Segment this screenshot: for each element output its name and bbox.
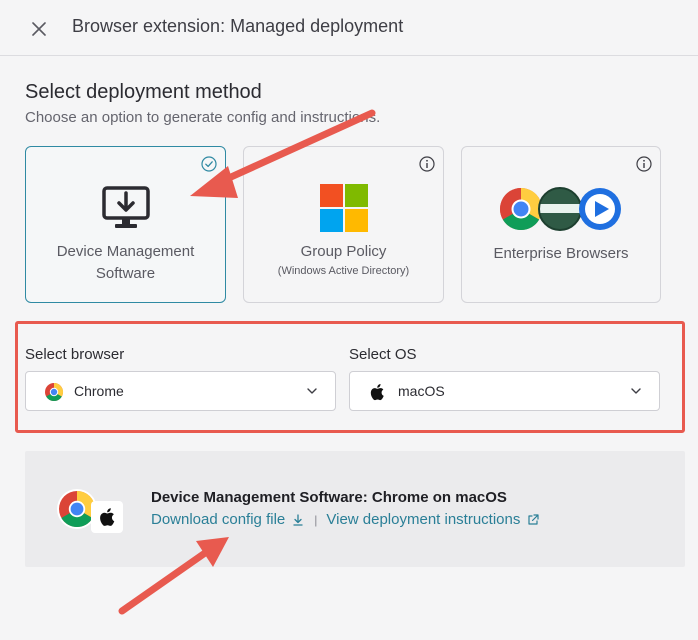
chevron-down-icon	[631, 388, 641, 394]
chrome-icon	[499, 188, 543, 231]
close-button[interactable]	[26, 16, 52, 42]
card-label-line2: Software	[95, 265, 156, 282]
os-select[interactable]: macOS	[349, 371, 660, 411]
card-sublabel: (Windows Active Directory)	[277, 265, 410, 277]
card-label: Enterprise Browsers	[493, 245, 629, 262]
download-icon	[293, 513, 303, 526]
result-panel: Device Management Software: Chrome on ma…	[25, 451, 685, 567]
modal-header: Browser extension: Managed deployment	[0, 0, 698, 56]
card-label: Device Management	[56, 243, 195, 260]
prisma-browser-icon	[579, 188, 621, 230]
download-config-link[interactable]: Download config file	[151, 511, 305, 528]
monitor-download-icon	[26, 185, 225, 231]
os-select-label: Select OS	[349, 346, 417, 363]
info-icon[interactable]	[419, 156, 435, 172]
browser-select-value: Chrome	[74, 383, 124, 399]
apple-icon	[370, 384, 384, 401]
apple-icon	[91, 501, 123, 533]
chrome-macos-icons	[57, 489, 123, 533]
modal-title: Browser extension: Managed deployment	[72, 16, 404, 36]
windows-icon	[244, 183, 443, 233]
card-device-management-software[interactable]: Device Management Software	[25, 146, 226, 303]
selection-panel: Select browser Chrome Select OS macOS	[15, 321, 685, 433]
link-separator: |	[314, 512, 318, 527]
result-links: Download config file | View deployment i…	[151, 511, 540, 528]
external-link-icon	[528, 513, 539, 525]
os-select-value: macOS	[398, 383, 445, 399]
browser-select-label: Select browser	[25, 346, 125, 363]
view-instructions-label: View deployment instructions	[326, 511, 521, 528]
section-subtitle: Choose an option to generate config and …	[25, 109, 381, 126]
info-icon[interactable]	[636, 156, 652, 172]
view-instructions-link[interactable]: View deployment instructions	[326, 511, 540, 528]
island-browser-icon	[538, 187, 582, 231]
card-label: Group Policy	[300, 243, 387, 260]
card-enterprise-browsers[interactable]: Enterprise Browsers	[461, 146, 661, 303]
chevron-down-icon	[307, 388, 317, 394]
browser-select[interactable]: Chrome	[25, 371, 336, 411]
enterprise-browsers-icons	[462, 187, 660, 231]
result-title: Device Management Software: Chrome on ma…	[151, 489, 507, 506]
close-icon	[32, 22, 46, 36]
download-config-label: Download config file	[151, 511, 286, 528]
checkmark-icon	[201, 156, 217, 172]
chrome-icon	[45, 383, 64, 402]
section-title: Select deployment method	[25, 81, 262, 103]
card-group-policy[interactable]: Group Policy (Windows Active Directory)	[243, 146, 444, 303]
